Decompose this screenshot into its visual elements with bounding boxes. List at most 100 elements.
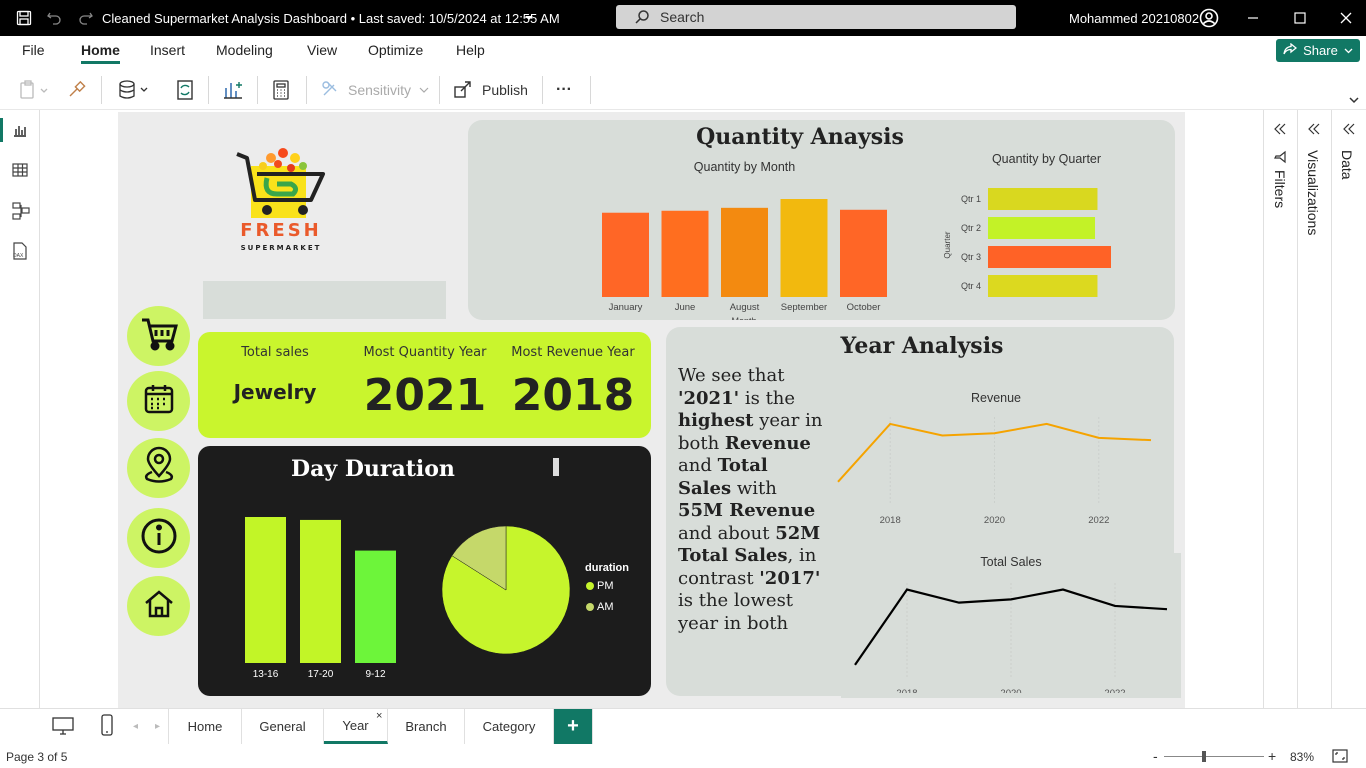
- refresh-icon[interactable]: [174, 78, 196, 102]
- ribbon: Sensitivity Publish ···: [0, 70, 1366, 110]
- menu-modeling[interactable]: Modeling: [216, 42, 273, 58]
- kpi-most-rev-year-value: 2018: [511, 370, 635, 421]
- share-label: Share: [1303, 43, 1338, 58]
- sensitivity-button[interactable]: Sensitivity: [320, 78, 429, 102]
- svg-text:DAX: DAX: [13, 253, 24, 259]
- quantity-by-quarter-chart[interactable]: Qtr 1 Qtr 2 Qtr 3 Qtr 4 Quarter: [938, 180, 1138, 305]
- fit-to-page-icon[interactable]: [1332, 749, 1348, 766]
- location-nav-button[interactable]: [127, 438, 190, 498]
- menu-insert[interactable]: Insert: [150, 42, 185, 58]
- quantity-by-month-chart[interactable]: January June August September October Month: [588, 175, 908, 320]
- calculator-icon[interactable]: [271, 78, 291, 102]
- table-view-icon[interactable]: [12, 162, 28, 183]
- zoom-out-button[interactable]: -: [1153, 748, 1158, 764]
- search-box[interactable]: Search: [616, 5, 1016, 29]
- close-tab-icon[interactable]: ×: [376, 710, 382, 722]
- report-view-icon[interactable]: [12, 122, 28, 143]
- zoom-slider-track[interactable]: [1164, 756, 1264, 757]
- mobile-layout-icon[interactable]: [101, 714, 113, 741]
- text-highlight: Total Sales: [678, 545, 788, 566]
- duration-pie-chart[interactable]: [436, 520, 576, 660]
- pie-legend-pm[interactable]: PM: [586, 580, 614, 592]
- save-icon[interactable]: [16, 0, 32, 36]
- quarter-bar: [988, 275, 1098, 297]
- sensitivity-label: Sensitivity: [348, 82, 412, 98]
- month-chart-title: Quantity by Month: [693, 160, 796, 174]
- zoom-slider-thumb[interactable]: [1202, 751, 1206, 762]
- scroll-handle[interactable]: [553, 458, 559, 476]
- duration-tick-label: 9-12: [365, 669, 385, 680]
- search-placeholder: Search: [660, 9, 705, 25]
- visualizations-pane-tab[interactable]: Visualizations: [1305, 150, 1321, 235]
- quarter-tick-label: Qtr 1: [961, 194, 981, 204]
- ribbon-separator: [542, 76, 543, 104]
- new-visual-icon[interactable]: [222, 78, 244, 102]
- undo-icon[interactable]: [46, 0, 62, 36]
- legend-swatch-am: [586, 603, 594, 611]
- more-options-button[interactable]: ···: [556, 78, 572, 102]
- quantity-panel-title: Quantity Anaysis: [696, 124, 904, 150]
- add-page-button[interactable]: +: [554, 709, 593, 744]
- page-tab-home[interactable]: Home: [169, 709, 242, 744]
- filters-expand-icon[interactable]: [1273, 122, 1287, 141]
- next-page-icon[interactable]: ▸: [155, 721, 160, 732]
- zoom-level: 83%: [1290, 750, 1315, 764]
- text-highlight: highest: [678, 410, 754, 431]
- redo-icon[interactable]: [78, 0, 94, 36]
- quarter-chart-title: Quantity by Quarter: [991, 152, 1102, 166]
- paste-icon[interactable]: [18, 78, 48, 102]
- minimize-icon[interactable]: [1247, 0, 1259, 36]
- window-title: Cleaned Supermarket Analysis Dashboard •…: [102, 10, 560, 26]
- data-source-icon[interactable]: [118, 78, 152, 102]
- data-pane-tab[interactable]: Data: [1339, 150, 1355, 180]
- text-line: with: [731, 477, 777, 499]
- x-tick-label: 2018: [880, 515, 901, 526]
- menu-home[interactable]: Home: [81, 42, 120, 64]
- cart-nav-button[interactable]: [127, 306, 190, 366]
- dax-query-view-icon[interactable]: DAX: [11, 242, 29, 265]
- kpi-total-sales-label: Total sales: [241, 345, 309, 360]
- publish-button[interactable]: Publish: [453, 78, 528, 102]
- text-line: year in both: [678, 612, 789, 634]
- prev-page-icon[interactable]: ◂: [133, 721, 138, 732]
- maximize-icon[interactable]: [1294, 0, 1306, 36]
- month-bar: [721, 207, 768, 297]
- close-icon[interactable]: [1340, 0, 1352, 36]
- ribbon-separator: [306, 76, 307, 104]
- duration-bar: [355, 550, 396, 663]
- zoom-in-button[interactable]: +: [1268, 748, 1276, 764]
- menu-view[interactable]: View: [307, 42, 337, 58]
- page-tab-general[interactable]: General: [242, 709, 324, 744]
- page-tab-category[interactable]: Category: [465, 709, 554, 744]
- x-tick-label: 2018: [896, 688, 917, 693]
- menu-help[interactable]: Help: [456, 42, 485, 58]
- total-sales-line-chart[interactable]: 2018 2020 2022: [841, 573, 1181, 693]
- page-tab-year-label: Year: [342, 717, 369, 733]
- visualizations-expand-icon[interactable]: [1307, 122, 1321, 141]
- revenue-line-chart[interactable]: 2018 2020 2022: [836, 407, 1166, 527]
- page-tab-year[interactable]: Year ×: [324, 709, 388, 744]
- desktop-layout-icon[interactable]: [52, 717, 74, 740]
- day-duration-bar-chart[interactable]: 13-16 17-20 9-12: [228, 506, 428, 686]
- avatar-icon[interactable]: [1199, 0, 1219, 36]
- data-expand-icon[interactable]: [1342, 122, 1356, 141]
- slicer-placeholder[interactable]: [203, 281, 446, 319]
- model-view-icon[interactable]: [12, 202, 30, 225]
- month-tick-label: August: [730, 302, 760, 313]
- menu-optimize[interactable]: Optimize: [368, 42, 423, 58]
- share-button[interactable]: Share: [1276, 39, 1360, 62]
- format-painter-icon[interactable]: [67, 78, 87, 102]
- home-nav-button[interactable]: [127, 576, 190, 636]
- text-highlight: Revenue: [724, 432, 811, 454]
- year-analysis-text: We see that '2021' is the highest year i…: [678, 365, 838, 635]
- menu-file[interactable]: File: [22, 42, 45, 58]
- ribbon-collapse-icon[interactable]: [1348, 88, 1360, 112]
- info-nav-button[interactable]: [127, 508, 190, 568]
- calendar-nav-button[interactable]: [127, 371, 190, 431]
- title-dropdown-icon[interactable]: [524, 0, 534, 36]
- text-line: year in: [753, 410, 823, 431]
- active-view-indicator: [0, 118, 3, 142]
- filters-pane-tab[interactable]: Filters: [1272, 170, 1288, 208]
- page-tab-branch[interactable]: Branch: [388, 709, 465, 744]
- pie-legend-am[interactable]: AM: [586, 601, 614, 613]
